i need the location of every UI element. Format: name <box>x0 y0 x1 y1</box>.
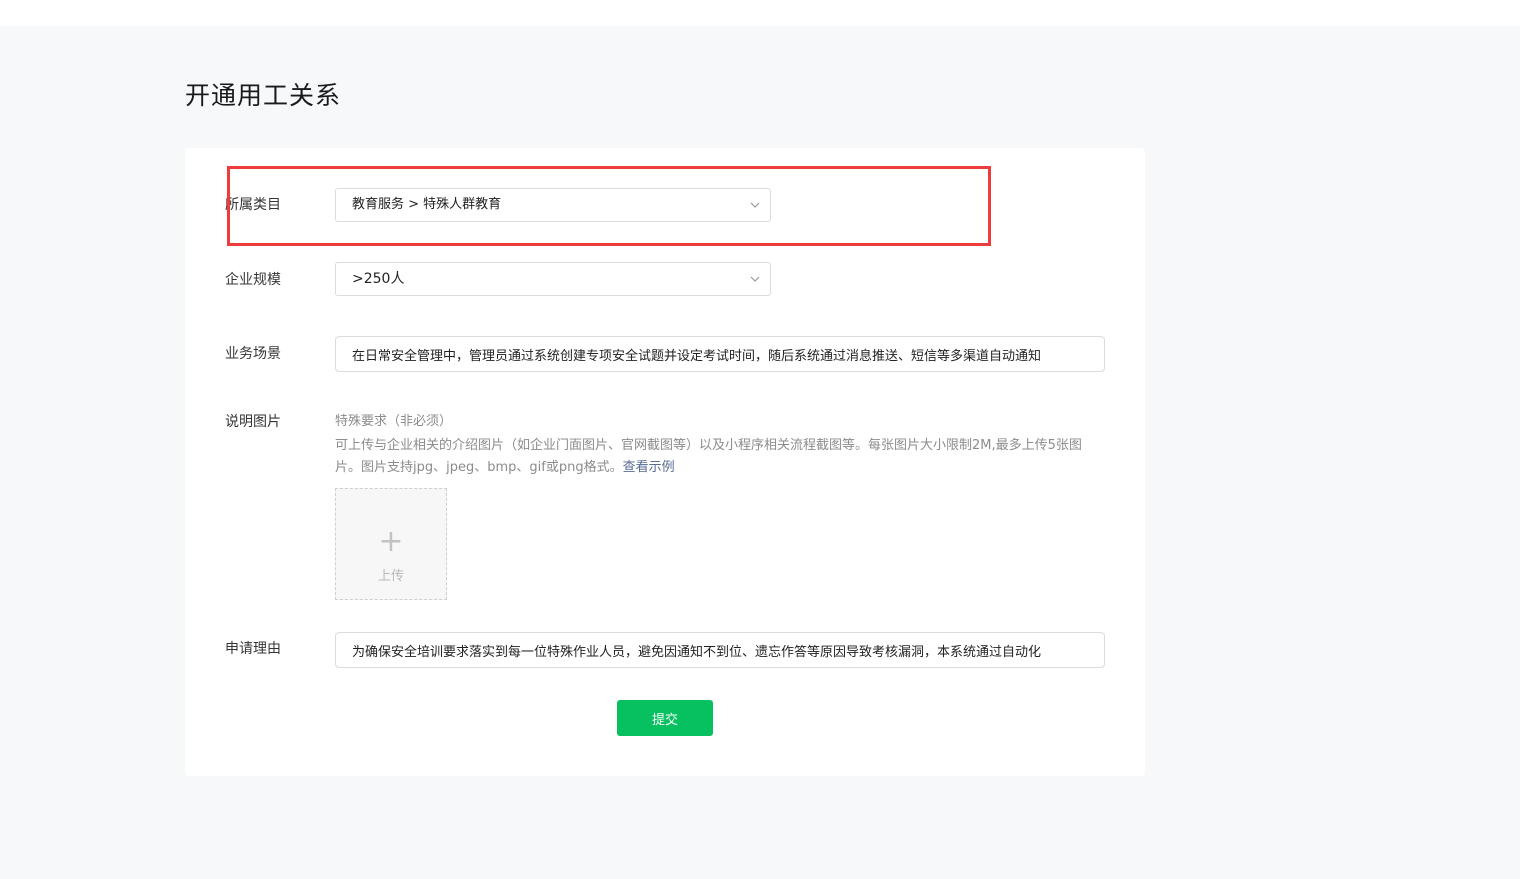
reason-label: 申请理由 <box>225 641 281 657</box>
images-hint-title: 特殊要求（非必须） <box>335 414 453 429</box>
images-hint-text: 可上传与企业相关的介绍图片（如企业门面图片、官网截图等）以及小程序相关流程截图等… <box>335 438 1082 475</box>
plus-icon: + <box>378 524 404 559</box>
form-card: 所属类目 教育服务 > 特殊人群教育 企业规模 >250人 业务场景 说明图片 … <box>185 148 1145 776</box>
images-label: 说明图片 <box>225 414 281 430</box>
category-select-value: 教育服务 > 特殊人群教育 <box>352 197 502 212</box>
category-select[interactable]: 教育服务 > 特殊人群教育 <box>335 188 771 222</box>
chevron-down-icon <box>750 202 760 208</box>
top-strip <box>0 0 1520 26</box>
reason-input[interactable] <box>335 632 1105 668</box>
business-scenario-input[interactable] <box>335 336 1105 372</box>
business-scenario-label: 业务场景 <box>225 346 281 362</box>
view-example-link[interactable]: 查看示例 <box>623 460 675 475</box>
image-upload-button[interactable]: + 上传 <box>335 488 447 600</box>
upload-label: 上传 <box>377 569 404 584</box>
page-title: 开通用工关系 <box>185 81 342 110</box>
company-size-select[interactable]: >250人 <box>335 262 771 296</box>
submit-button[interactable]: 提交 <box>617 700 713 736</box>
images-hint: 可上传与企业相关的介绍图片（如企业门面图片、官网截图等）以及小程序相关流程截图等… <box>335 435 1105 479</box>
company-size-select-value: >250人 <box>352 271 405 287</box>
company-size-label: 企业规模 <box>225 272 281 288</box>
category-label: 所属类目 <box>225 197 281 213</box>
chevron-down-icon <box>750 276 760 282</box>
